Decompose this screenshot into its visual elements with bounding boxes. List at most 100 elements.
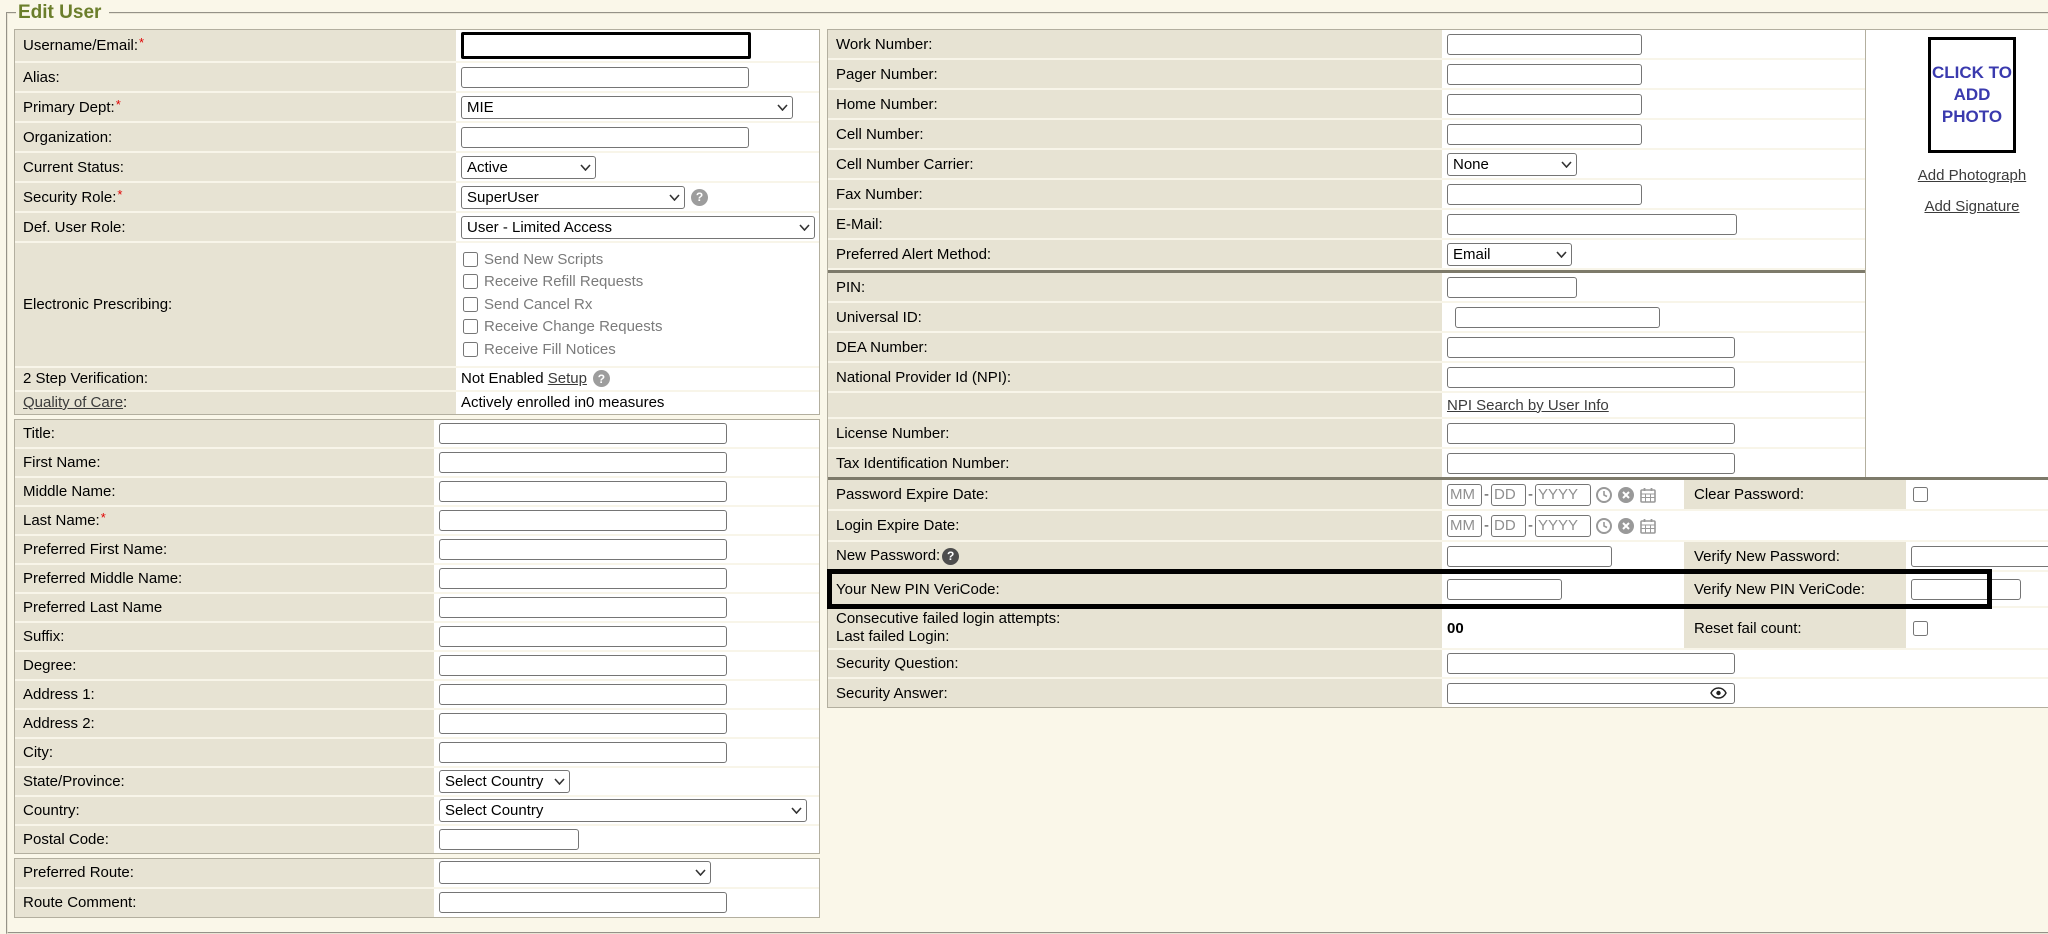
security-role-select[interactable]: SuperUser [461,186,685,209]
add-photograph-link[interactable]: Add Photograph [1866,167,2048,184]
fax-number-input[interactable] [1447,184,1642,205]
your-new-pin-vericode-input[interactable] [1447,579,1562,600]
reset-fail-count-checkbox[interactable] [1913,621,1928,636]
send-cancel-rx-checkbox[interactable] [463,297,478,312]
field-value [1442,363,1865,391]
form-row: State/Province:Select Country [15,768,819,797]
help-icon[interactable]: ? [691,189,708,206]
clear-date-icon[interactable] [1617,486,1635,504]
username-email-input[interactable] [461,32,751,59]
page-title: Edit User [16,2,109,24]
form-row: Address 2: [15,710,819,739]
verify-new-pin-vericode-label: Verify New PIN VeriCode: [1684,572,1906,606]
organization-input[interactable] [461,127,749,148]
npi-search-by-user-info-link[interactable]: NPI Search by User Info [1447,397,1609,414]
clock-icon[interactable] [1595,486,1613,504]
address-2-input[interactable] [439,713,727,734]
degree-input[interactable] [439,655,727,676]
verify-new-pin-vericode-input[interactable] [1911,579,2021,600]
verify-new-password-input[interactable] [1911,546,2048,567]
license-number-input[interactable] [1447,423,1735,444]
send-new-scripts-option: Send New Scripts [461,248,662,271]
security-answer-label: Security Answer: [828,679,1442,707]
reset-fail-count-label: Reset fail count: [1684,608,1906,648]
help-icon[interactable]: ? [942,548,959,565]
form-row: Your New PIN VeriCode:Verify New PIN Ver… [828,572,2048,608]
current-status-select[interactable]: Active [461,156,596,179]
eye-icon[interactable] [1710,687,1727,699]
receive-fill-notices-option: Receive Fill Notices [461,338,662,361]
login-expire-date-label: Login Expire Date: [828,511,1442,540]
setup-link[interactable]: Setup [548,370,587,387]
e-mail-input[interactable] [1447,214,1737,235]
cell-number-carrier-select[interactable]: None [1447,153,1577,176]
chevron-down-icon [695,869,706,876]
pin-input[interactable] [1447,277,1577,298]
clear-date-icon[interactable] [1617,517,1635,535]
help-icon[interactable]: ? [593,370,610,387]
password-expire-date-dd-input[interactable] [1491,484,1526,506]
alias-label: Alias: [15,63,456,91]
login-expire-date-yyyy-input[interactable] [1535,515,1591,537]
preferred-alert-method-select[interactable]: Email [1447,243,1572,266]
calendar-icon[interactable] [1639,486,1657,504]
edit-user-panel: Edit User Username/Email:*Alias:Primary … [6,2,2048,934]
preferred-last-name-input[interactable] [439,597,727,618]
clear-password-checkbox[interactable] [1913,487,1928,502]
middle-name-input[interactable] [439,481,727,502]
send-new-scripts-checkbox[interactable] [463,252,478,267]
universal-id-input[interactable] [1455,307,1660,328]
address-1-input[interactable] [439,684,727,705]
preferred-first-name-input[interactable] [439,539,727,560]
field-value: MIE [456,93,819,121]
cell-number-input[interactable] [1447,124,1642,145]
clock-icon[interactable] [1595,517,1613,535]
postal-code-input[interactable] [439,829,579,850]
receive-refill-requests-checkbox[interactable] [463,274,478,289]
field-value: NPI Search by User Info [1442,393,1865,417]
form-row: Primary Dept:*MIE [15,93,819,123]
def-user-role-select[interactable]: User - Limited Access [461,216,815,239]
form-row: Username/Email:* [15,30,819,63]
home-number-label: Home Number: [828,90,1442,118]
city-input[interactable] [439,742,727,763]
address-1-label: Address 1: [15,681,434,708]
receive-change-requests-checkbox[interactable] [463,319,478,334]
route-comment-input[interactable] [439,892,727,913]
security-role-label: Security Role:* [15,183,456,211]
password-expire-date-yyyy-input[interactable] [1535,484,1591,506]
calendar-icon[interactable] [1639,517,1657,535]
security-question-input[interactable] [1447,653,1735,674]
add-signature-link[interactable]: Add Signature [1866,198,2048,215]
home-number-input[interactable] [1447,94,1642,115]
photo-box[interactable]: CLICK TO ADD PHOTO [1928,37,2016,153]
country-select[interactable]: Select Country [439,799,807,822]
password-expire-date-mm-input[interactable] [1447,484,1482,506]
title-input[interactable] [439,423,727,444]
suffix-input[interactable] [439,626,727,647]
first-name-input[interactable] [439,452,727,473]
dea-number-label: DEA Number: [828,333,1442,361]
state-province-select[interactable]: Select Country [439,770,570,793]
alias-input[interactable] [461,67,749,88]
preferred-route-select[interactable] [439,861,711,884]
login-expire-date-mm-input[interactable] [1447,515,1482,537]
pager-number-input[interactable] [1447,64,1642,85]
receive-fill-notices-checkbox[interactable] [463,342,478,357]
work-number-input[interactable] [1447,34,1642,55]
login-expire-date-dd-input[interactable] [1491,515,1526,537]
field-value: Send New ScriptsReceive Refill RequestsS… [456,243,819,366]
form-row: Cell Number: [828,120,1865,150]
national-provider-id-npi-input[interactable] [1447,367,1735,388]
field-value [1442,449,1865,477]
form-row: Work Number: [828,30,1865,60]
suffix-label: Suffix: [15,623,434,650]
tax-identification-number-input[interactable] [1447,453,1735,474]
primary-dept-select[interactable]: MIE [461,96,793,119]
dea-number-input[interactable] [1447,337,1735,358]
new-password-input[interactable] [1447,546,1612,567]
quality-of-care-link[interactable]: Quality of Care [23,394,123,411]
last-name-input[interactable] [439,510,727,531]
preferred-middle-name-input[interactable] [439,568,727,589]
security-answer-input[interactable] [1447,683,1735,704]
